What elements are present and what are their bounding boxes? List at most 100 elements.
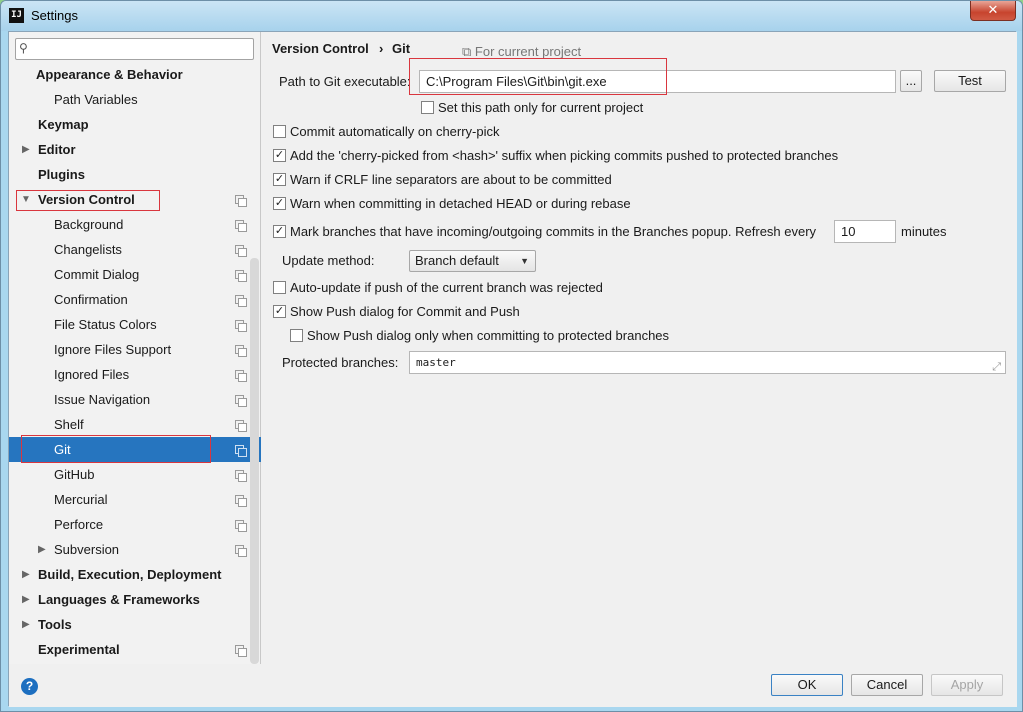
tree-item-mercurial[interactable]: Mercurial <box>9 487 261 512</box>
tree-scrollbar[interactable] <box>250 258 259 664</box>
commit-cherry-pick-checkbox[interactable] <box>273 125 286 138</box>
help-icon[interactable]: ? <box>21 678 38 695</box>
tree-item-build-execution-deployment[interactable]: ▶ Build, Execution, Deployment <box>9 562 261 587</box>
cancel-button[interactable]: Cancel <box>851 674 923 696</box>
auto-update-label: Auto-update if push of the current branc… <box>290 280 603 295</box>
project-scope-icon <box>235 320 247 332</box>
tree-item-background[interactable]: Background <box>9 212 261 237</box>
protected-branches-label: Protected branches: <box>282 355 399 370</box>
update-method-label: Update method: <box>282 253 375 268</box>
tree-item-github[interactable]: GitHub <box>9 462 261 487</box>
project-scope-icon: ⧉ <box>462 44 472 59</box>
project-scope-icon <box>235 420 247 432</box>
project-scope-icon <box>235 245 247 257</box>
tree-item-tools[interactable]: ▶ Tools <box>9 612 261 637</box>
apply-button[interactable]: Apply <box>931 674 1003 696</box>
chevron-right-icon[interactable]: ▶ <box>22 562 30 587</box>
project-scope-icon <box>235 270 247 282</box>
breadcrumb-version-control[interactable]: Version Control <box>272 41 369 56</box>
settings-tree: ⚲ Appearance & Behavior Path Variables K… <box>9 32 261 664</box>
project-scope-icon <box>235 645 247 657</box>
project-scope-icon <box>235 395 247 407</box>
tree-item-file-status-colors[interactable]: File Status Colors <box>9 312 261 337</box>
breadcrumb-separator: › <box>379 41 384 56</box>
tree-item-issue-navigation[interactable]: Issue Navigation <box>9 387 261 412</box>
project-scope-icon <box>235 470 247 482</box>
close-window-button[interactable]: ✕ <box>970 1 1016 21</box>
cherry-pick-suffix-label: Add the 'cherry-picked from <hash>' suff… <box>290 148 839 163</box>
project-scope-note: ⧉ For current project <box>462 44 581 60</box>
tree-item-git[interactable]: Git <box>9 437 261 462</box>
tree-item-confirmation[interactable]: Confirmation <box>9 287 261 312</box>
tree-item-ignored-files[interactable]: Ignored Files <box>9 362 261 387</box>
tree-item-experimental[interactable]: Experimental <box>9 637 261 662</box>
show-push-dialog-checkbox[interactable]: ✓ <box>273 305 286 318</box>
tree-item-editor[interactable]: ▶ Editor <box>9 137 261 162</box>
project-scope-icon <box>235 370 247 382</box>
dialog-client-area: ⚲ Appearance & Behavior Path Variables K… <box>8 31 1017 707</box>
search-icon: ⚲ <box>19 41 28 55</box>
project-scope-icon <box>235 520 247 532</box>
warn-detached-head-label: Warn when committing in detached HEAD or… <box>290 196 631 211</box>
chevron-down-icon: ▼ <box>520 256 529 266</box>
show-push-dialog-label: Show Push dialog for Commit and Push <box>290 304 520 319</box>
tree-item-shelf[interactable]: Shelf <box>9 412 261 437</box>
auto-update-checkbox[interactable] <box>273 281 286 294</box>
chevron-right-icon[interactable]: ▶ <box>22 612 30 637</box>
cherry-pick-suffix-checkbox[interactable]: ✓ <box>273 149 286 162</box>
tree-item-version-control[interactable]: ▼ Version Control <box>9 187 261 212</box>
push-protected-only-checkbox[interactable] <box>290 329 303 342</box>
title-bar: IJ Settings ✕ <box>1 1 1022 31</box>
tree-item-ignore-files-support[interactable]: Ignore Files Support <box>9 337 261 362</box>
project-scope-icon <box>235 195 247 207</box>
tree-item-changelists[interactable]: Changelists <box>9 237 261 262</box>
project-scope-icon <box>235 220 247 232</box>
project-scope-icon <box>235 495 247 507</box>
chevron-right-icon[interactable]: ▶ <box>22 137 30 162</box>
path-only-project-label: Set this path only for current project <box>438 100 644 115</box>
test-button[interactable]: Test <box>934 70 1006 92</box>
project-scope-icon <box>235 545 247 557</box>
expand-icon[interactable]: ⤢ <box>992 356 1001 377</box>
project-scope-icon <box>235 345 247 357</box>
tree-item-keymap[interactable]: Keymap <box>9 112 261 137</box>
dialog-footer: ? OK Cancel Apply <box>9 664 1017 707</box>
git-settings-panel: Version Control › Git ⧉ For current proj… <box>262 32 1017 664</box>
warn-crlf-label: Warn if CRLF line separators are about t… <box>290 172 612 187</box>
browse-button[interactable]: ... <box>900 70 922 92</box>
push-protected-only-label: Show Push dialog only when committing to… <box>307 328 670 343</box>
chevron-down-icon[interactable]: ▼ <box>21 187 31 212</box>
tree-item-commit-dialog[interactable]: Commit Dialog <box>9 262 261 287</box>
refresh-interval-input[interactable]: 10 <box>834 220 896 243</box>
settings-window: IJ Settings ✕ ⚲ Appearance & Behavior Pa… <box>0 0 1023 712</box>
tree-item-path-variables[interactable]: Path Variables <box>9 87 261 112</box>
commit-cherry-pick-label: Commit automatically on cherry-pick <box>290 124 500 139</box>
git-path-input[interactable]: C:\Program Files\Git\bin\git.exe <box>419 70 896 93</box>
breadcrumb-git: Git <box>392 41 411 56</box>
mark-branches-label: Mark branches that have incoming/outgoin… <box>290 224 817 239</box>
tree-item-subversion[interactable]: ▶ Subversion <box>9 537 261 562</box>
path-only-project-checkbox[interactable] <box>421 101 434 114</box>
ok-button[interactable]: OK <box>771 674 843 696</box>
project-scope-icon <box>235 295 247 307</box>
mark-branches-checkbox[interactable]: ✓ <box>273 225 286 238</box>
scope-label: For current project <box>474 44 582 59</box>
window-title: Settings <box>31 8 78 23</box>
tree-item-perforce[interactable]: Perforce <box>9 512 261 537</box>
chevron-right-icon[interactable]: ▶ <box>22 587 30 612</box>
tree-item-languages-frameworks[interactable]: ▶ Languages & Frameworks <box>9 587 261 612</box>
project-scope-icon <box>235 445 247 457</box>
minutes-label: minutes <box>901 224 947 239</box>
protected-branches-input[interactable]: master ⤢ <box>409 351 1006 374</box>
tree-item-plugins[interactable]: Plugins <box>9 162 261 187</box>
warn-crlf-checkbox[interactable]: ✓ <box>273 173 286 186</box>
chevron-right-icon[interactable]: ▶ <box>38 537 46 562</box>
intellij-app-icon: IJ <box>9 8 24 23</box>
protected-branches-value: master <box>416 356 456 369</box>
settings-search-input[interactable]: ⚲ <box>15 38 254 60</box>
tree-item-appearance-behavior[interactable]: Appearance & Behavior <box>9 62 261 87</box>
warn-detached-head-checkbox[interactable]: ✓ <box>273 197 286 210</box>
update-method-value: Branch default <box>415 253 499 268</box>
git-path-label: Path to Git executable: <box>279 74 411 89</box>
update-method-select[interactable]: Branch default ▼ <box>409 250 536 272</box>
